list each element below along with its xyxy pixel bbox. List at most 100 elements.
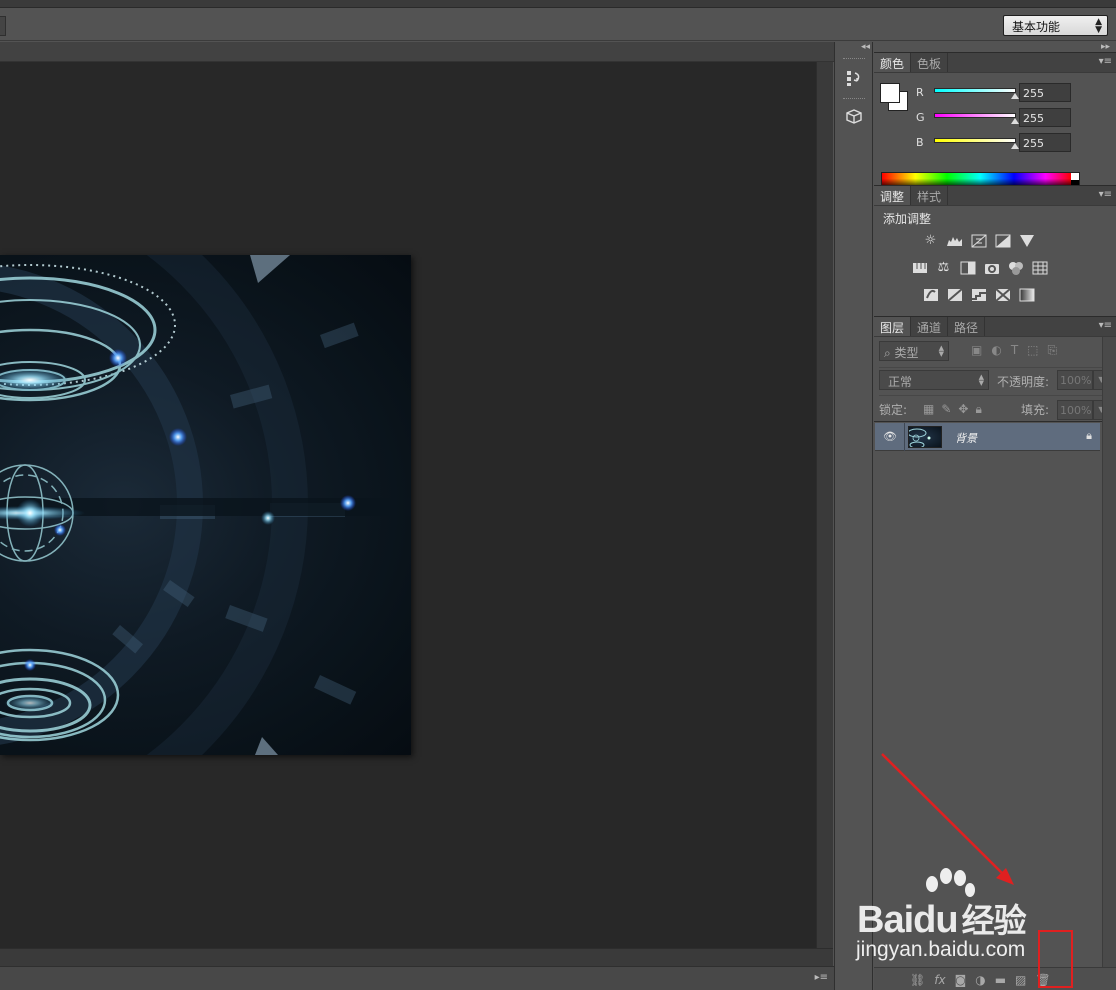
foreground-color-swatch[interactable] [880, 83, 900, 103]
slider-row-b: B 255 [916, 133, 1116, 153]
layer-name[interactable]: 背景 [955, 430, 977, 446]
dropdown-arrows-icon: ▲ ▼ [978, 373, 984, 387]
channel-value-r[interactable]: 255 [1019, 83, 1071, 102]
adjustment-layer-icon[interactable]: ◑ [975, 973, 985, 987]
lock-position-icon[interactable]: ✥ [958, 402, 968, 417]
tab-paths[interactable]: 路径 [948, 317, 986, 336]
blend-mode-dropdown[interactable]: 正常 ▲ ▼ [879, 370, 989, 390]
workspace-dropdown[interactable]: 基本功能 ▲ ▼ [1003, 15, 1108, 36]
levels-icon[interactable] [945, 232, 964, 249]
layers-panel-tabs: 图层 通道 路径 ▾≡ [874, 317, 1116, 337]
dropdown-arrows-icon: ▲ ▼ [1095, 17, 1102, 35]
blend-row: 正常 ▲▼ 不透明度: 100% ▼ [879, 367, 1111, 391]
tab-color[interactable]: 颜色 [874, 53, 912, 72]
black-white-icon[interactable] [958, 259, 977, 276]
panel-menu-icon[interactable]: ▾≡ [1099, 56, 1112, 67]
slider-row-g: G 255 [916, 108, 1116, 128]
filter-shape-icon[interactable]: ⬚ [1027, 343, 1038, 358]
channel-label-g: G [916, 111, 925, 124]
curves-icon[interactable] [969, 232, 988, 249]
tab-adjustments[interactable]: 调整 [874, 186, 912, 205]
color-panel: 颜色 色板 ▾≡ R 255 G 255 B 255 [874, 52, 1116, 188]
new-layer-icon[interactable]: ▨ [1015, 973, 1026, 987]
strip-grip[interactable] [843, 98, 865, 101]
lock-icon: 🔒︎ [1086, 429, 1092, 442]
opacity-field[interactable]: 100% [1057, 370, 1093, 390]
fill-field[interactable]: 100% [1057, 400, 1093, 420]
filter-adjustment-icon[interactable]: ◐ [991, 343, 1001, 358]
channel-slider-g[interactable] [934, 113, 1016, 118]
opacity-label: 不透明度: [997, 375, 1050, 389]
strip-grip[interactable] [843, 58, 865, 61]
channel-value-g[interactable]: 255 [1019, 108, 1071, 127]
channel-slider-b[interactable] [934, 138, 1016, 143]
right-panel-dock: ▸▸ 颜色 色板 ▾≡ R 255 G 255 B 255 调整 样式 ▾≡ 添… [874, 42, 1116, 990]
adjustment-row-3 [921, 286, 1036, 303]
tab-channels[interactable]: 通道 [911, 317, 949, 336]
properties-3d-icon[interactable] [840, 105, 868, 129]
filter-type-icon[interactable]: T [1011, 343, 1018, 358]
status-menu-icon[interactable]: ▸≡ [815, 972, 828, 983]
panel-scrollbar[interactable] [1102, 337, 1116, 967]
filter-kind-dropdown[interactable]: ⌕ 类型 ▲ ▼ [879, 341, 949, 361]
options-bar: 基本功能 ▲ ▼ [0, 8, 1116, 41]
vibrance-icon[interactable] [1017, 232, 1036, 249]
sci-fi-artwork [0, 255, 411, 755]
vertical-scrollbar[interactable] [816, 62, 833, 960]
divider [904, 423, 905, 451]
lock-transparent-icon[interactable]: ▦ [923, 402, 934, 417]
posterize-icon[interactable] [945, 286, 964, 303]
collapse-arrows-icon[interactable]: ◂◂ [861, 42, 870, 52]
channel-mixer-icon[interactable] [1006, 259, 1025, 276]
hue-saturation-icon[interactable] [910, 259, 929, 276]
adjustments-panel: 调整 样式 ▾≡ 添加调整 ☼ ⚖ [874, 185, 1116, 316]
document-canvas-image[interactable] [0, 255, 411, 755]
filter-pixel-icon[interactable]: ▣ [971, 343, 982, 358]
tool-preset-nub[interactable] [0, 16, 6, 36]
layer-filter-row: ⌕ 类型 ▲ ▼ ▣ ◐ T ⬚ ⎘ [879, 341, 1111, 363]
title-strip [0, 0, 1116, 8]
tab-swatches[interactable]: 色板 [911, 53, 949, 72]
channel-slider-r[interactable] [934, 88, 1016, 93]
link-layers-icon[interactable]: ⛓ [910, 973, 925, 987]
slider-row-r: R 255 [916, 83, 1116, 103]
new-group-icon[interactable]: ▬ [995, 973, 1006, 987]
lock-image-icon[interactable]: ✎ [941, 402, 951, 417]
add-mask-icon[interactable]: ◙ [955, 973, 967, 987]
lock-row: 锁定: ▦ ✎ ✥ 🔒︎ 填充: 100% ▼ [879, 395, 1111, 420]
add-adjustment-title: 添加调整 [883, 212, 932, 226]
fx-icon[interactable]: fx [934, 973, 945, 987]
collapsed-panel-strip: ◂◂ [834, 42, 873, 990]
photo-filter-icon[interactable] [982, 259, 1001, 276]
panel-menu-icon[interactable]: ▾≡ [1099, 320, 1112, 331]
gradient-map-icon[interactable] [1017, 286, 1036, 303]
channel-label-b: B [916, 136, 924, 149]
lock-all-icon[interactable]: 🔒︎ [975, 402, 981, 417]
invert-icon[interactable] [921, 286, 940, 303]
eye-icon[interactable]: 👁︎ [883, 430, 897, 444]
panel-menu-icon[interactable]: ▾≡ [1099, 189, 1112, 200]
threshold-icon[interactable] [969, 286, 988, 303]
slider-knob-icon[interactable] [1011, 118, 1019, 124]
slider-knob-icon[interactable] [1011, 143, 1019, 149]
collapse-arrows-icon[interactable]: ▸▸ [1101, 42, 1110, 52]
white-swatch[interactable] [1071, 173, 1079, 180]
brightness-contrast-icon[interactable]: ☼ [921, 232, 940, 249]
horizontal-scrollbar[interactable] [0, 948, 833, 966]
color-lookup-icon[interactable] [1030, 259, 1049, 276]
slider-knob-icon[interactable] [1011, 93, 1019, 99]
exposure-icon[interactable] [993, 232, 1012, 249]
lock-icons: ▦ ✎ ✥ 🔒︎ [923, 402, 982, 417]
layer-row[interactable]: 👁︎ 背景 🔒︎ [875, 423, 1100, 451]
fill-label: 填充: [1021, 403, 1050, 417]
tab-layers[interactable]: 图层 [874, 317, 912, 336]
history-icon[interactable] [840, 66, 868, 90]
selective-color-icon[interactable] [993, 286, 1012, 303]
dropdown-arrows-icon: ▲ ▼ [938, 344, 944, 358]
filter-smart-object-icon[interactable]: ⎘ [1048, 343, 1058, 358]
color-balance-icon[interactable]: ⚖ [934, 259, 953, 276]
blend-mode-label: 正常 [888, 375, 913, 389]
channel-value-b[interactable]: 255 [1019, 133, 1071, 152]
tab-styles[interactable]: 样式 [911, 186, 949, 205]
filter-kind-label: 类型 [894, 346, 919, 360]
